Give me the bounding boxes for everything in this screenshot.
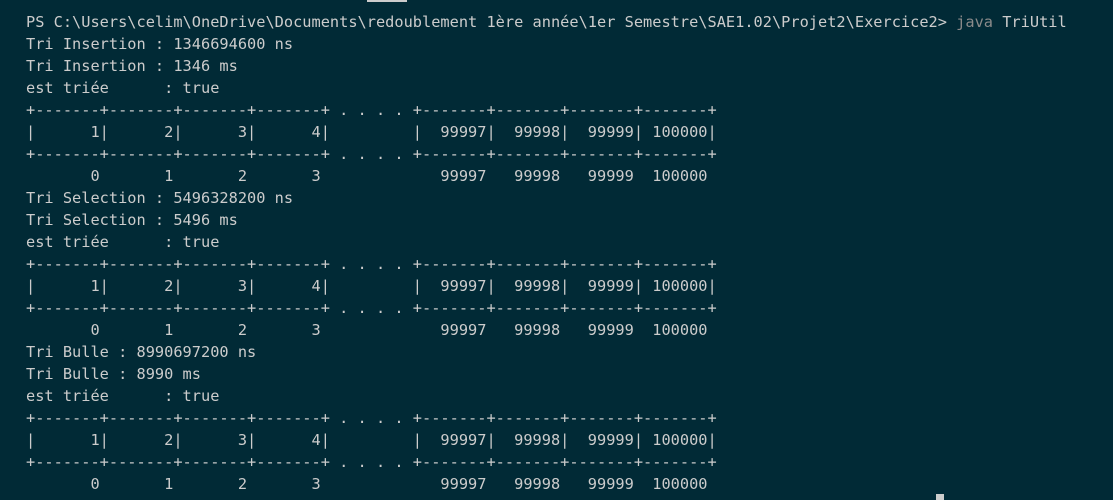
output-line-selection-ms: Tri Selection : 5496 ms [26,211,238,229]
output-line-selection-sorted: est triée : true [26,233,220,251]
table-values-row: | 1| 2| 3| 4| | 99997| 99998| 99999| 100… [26,123,717,141]
output-line-selection-ns: Tri Selection : 5496328200 ns [26,189,294,207]
table-border-top: +-------+-------+-------+-------+ . . . … [26,255,717,273]
table-border-bottom: +-------+-------+-------+-------+ . . . … [26,299,717,317]
table-border-top: +-------+-------+-------+-------+ . . . … [26,409,717,427]
output-line-insertion-ns: Tri Insertion : 1346694600 ns [26,35,294,53]
text-cursor [936,494,944,500]
table-index-row: 0 1 2 3 99997 99998 99999 100000 [26,475,708,493]
scroll-indicator [367,0,407,2]
terminal-window[interactable]: PS C:\Users\celim\OneDrive\Documents\red… [0,0,1113,500]
table-values-row: | 1| 2| 3| 4| | 99997| 99998| 99999| 100… [26,277,717,295]
output-line-insertion-sorted: est triée : true [26,79,220,97]
table-border-top: +-------+-------+-------+-------+ . . . … [26,101,717,119]
table-index-row: 0 1 2 3 99997 99998 99999 100000 [26,167,708,185]
prompt-line: PS C:\Users\celim\OneDrive\Documents\red… [26,11,1067,33]
table-border-bottom: +-------+-------+-------+-------+ . . . … [26,145,717,163]
output-line-bubble-ms: Tri Bulle : 8990 ms [26,365,201,383]
output-line-bubble-sorted: est triée : true [26,387,220,405]
command-argument: TriUtil [993,13,1067,31]
prompt-path: PS C:\Users\celim\OneDrive\Documents\red… [26,13,957,31]
table-border-bottom: +-------+-------+-------+-------+ . . . … [26,453,717,471]
table-values-row: | 1| 2| 3| 4| | 99997| 99998| 99999| 100… [26,431,717,449]
command-text: java [956,13,994,31]
terminal-output: PS C:\Users\celim\OneDrive\Documents\red… [26,11,1067,495]
output-line-insertion-ms: Tri Insertion : 1346 ms [26,57,238,75]
table-index-row: 0 1 2 3 99997 99998 99999 100000 [26,321,708,339]
output-line-bubble-ns: Tri Bulle : 8990697200 ns [26,343,257,361]
